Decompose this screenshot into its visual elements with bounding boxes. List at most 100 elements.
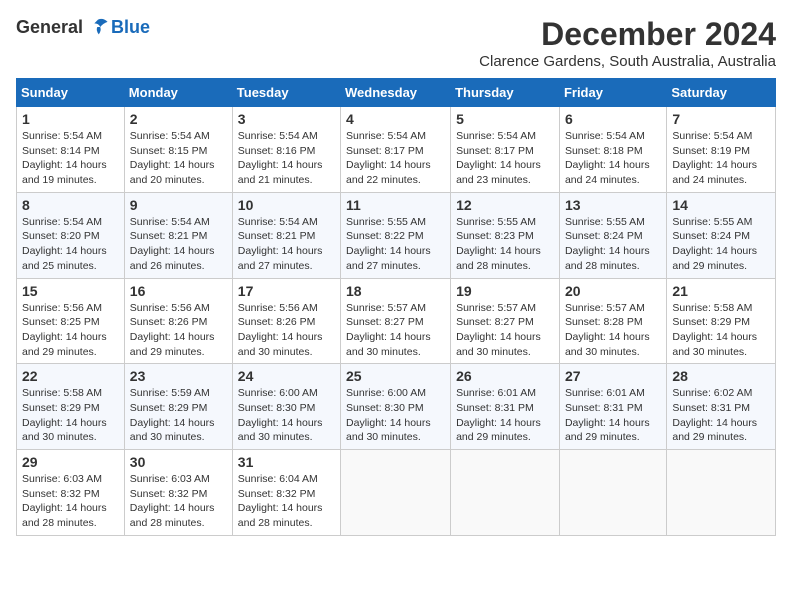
day-number: 10 bbox=[238, 197, 335, 213]
day-info: Sunrise: 6:03 AM Sunset: 8:32 PM Dayligh… bbox=[130, 472, 227, 531]
day-number: 24 bbox=[238, 368, 335, 384]
day-info: Sunrise: 5:57 AM Sunset: 8:27 PM Dayligh… bbox=[346, 301, 445, 360]
day-number: 11 bbox=[346, 197, 445, 213]
calendar-week-row: 1 Sunrise: 5:54 AM Sunset: 8:14 PM Dayli… bbox=[17, 107, 776, 193]
calendar-cell: 18 Sunrise: 5:57 AM Sunset: 8:27 PM Dayl… bbox=[341, 278, 451, 364]
calendar-cell: 12 Sunrise: 5:55 AM Sunset: 8:23 PM Dayl… bbox=[451, 192, 560, 278]
calendar-cell: 22 Sunrise: 5:58 AM Sunset: 8:29 PM Dayl… bbox=[17, 364, 125, 450]
day-number: 15 bbox=[22, 283, 119, 299]
day-info: Sunrise: 6:04 AM Sunset: 8:32 PM Dayligh… bbox=[238, 472, 335, 531]
day-number: 25 bbox=[346, 368, 445, 384]
day-number: 16 bbox=[130, 283, 227, 299]
day-info: Sunrise: 5:54 AM Sunset: 8:15 PM Dayligh… bbox=[130, 129, 227, 188]
logo-bird-icon bbox=[87, 16, 109, 38]
calendar-header-monday: Monday bbox=[124, 79, 232, 107]
calendar-cell: 13 Sunrise: 5:55 AM Sunset: 8:24 PM Dayl… bbox=[559, 192, 666, 278]
calendar-cell: 21 Sunrise: 5:58 AM Sunset: 8:29 PM Dayl… bbox=[667, 278, 776, 364]
calendar-week-row: 15 Sunrise: 5:56 AM Sunset: 8:25 PM Dayl… bbox=[17, 278, 776, 364]
calendar-cell: 19 Sunrise: 5:57 AM Sunset: 8:27 PM Dayl… bbox=[451, 278, 560, 364]
calendar-header-friday: Friday bbox=[559, 79, 666, 107]
logo-blue-text: Blue bbox=[111, 17, 150, 38]
calendar-cell bbox=[559, 450, 666, 536]
day-number: 17 bbox=[238, 283, 335, 299]
day-info: Sunrise: 6:00 AM Sunset: 8:30 PM Dayligh… bbox=[238, 386, 335, 445]
day-number: 4 bbox=[346, 111, 445, 127]
day-number: 1 bbox=[22, 111, 119, 127]
day-info: Sunrise: 5:55 AM Sunset: 8:23 PM Dayligh… bbox=[456, 215, 554, 274]
day-number: 8 bbox=[22, 197, 119, 213]
day-info: Sunrise: 5:55 AM Sunset: 8:22 PM Dayligh… bbox=[346, 215, 445, 274]
calendar-cell bbox=[451, 450, 560, 536]
calendar-cell: 6 Sunrise: 5:54 AM Sunset: 8:18 PM Dayli… bbox=[559, 107, 666, 193]
day-info: Sunrise: 5:57 AM Sunset: 8:27 PM Dayligh… bbox=[456, 301, 554, 360]
calendar-cell bbox=[667, 450, 776, 536]
day-info: Sunrise: 6:00 AM Sunset: 8:30 PM Dayligh… bbox=[346, 386, 445, 445]
day-number: 18 bbox=[346, 283, 445, 299]
day-info: Sunrise: 5:54 AM Sunset: 8:21 PM Dayligh… bbox=[130, 215, 227, 274]
day-number: 6 bbox=[565, 111, 661, 127]
calendar-cell: 1 Sunrise: 5:54 AM Sunset: 8:14 PM Dayli… bbox=[17, 107, 125, 193]
day-info: Sunrise: 5:54 AM Sunset: 8:19 PM Dayligh… bbox=[672, 129, 770, 188]
day-info: Sunrise: 5:54 AM Sunset: 8:21 PM Dayligh… bbox=[238, 215, 335, 274]
calendar-cell: 2 Sunrise: 5:54 AM Sunset: 8:15 PM Dayli… bbox=[124, 107, 232, 193]
calendar-cell: 4 Sunrise: 5:54 AM Sunset: 8:17 PM Dayli… bbox=[341, 107, 451, 193]
day-info: Sunrise: 5:54 AM Sunset: 8:14 PM Dayligh… bbox=[22, 129, 119, 188]
day-number: 21 bbox=[672, 283, 770, 299]
calendar-table: SundayMondayTuesdayWednesdayThursdayFrid… bbox=[16, 78, 776, 536]
day-info: Sunrise: 5:57 AM Sunset: 8:28 PM Dayligh… bbox=[565, 301, 661, 360]
calendar-cell: 31 Sunrise: 6:04 AM Sunset: 8:32 PM Dayl… bbox=[232, 450, 340, 536]
day-number: 5 bbox=[456, 111, 554, 127]
calendar-cell: 25 Sunrise: 6:00 AM Sunset: 8:30 PM Dayl… bbox=[341, 364, 451, 450]
calendar-header-sunday: Sunday bbox=[17, 79, 125, 107]
day-number: 7 bbox=[672, 111, 770, 127]
calendar-cell: 27 Sunrise: 6:01 AM Sunset: 8:31 PM Dayl… bbox=[559, 364, 666, 450]
calendar-cell bbox=[341, 450, 451, 536]
day-number: 23 bbox=[130, 368, 227, 384]
day-info: Sunrise: 5:54 AM Sunset: 8:20 PM Dayligh… bbox=[22, 215, 119, 274]
day-number: 3 bbox=[238, 111, 335, 127]
day-info: Sunrise: 5:55 AM Sunset: 8:24 PM Dayligh… bbox=[565, 215, 661, 274]
calendar-cell: 3 Sunrise: 5:54 AM Sunset: 8:16 PM Dayli… bbox=[232, 107, 340, 193]
day-info: Sunrise: 6:03 AM Sunset: 8:32 PM Dayligh… bbox=[22, 472, 119, 531]
calendar-header-row: SundayMondayTuesdayWednesdayThursdayFrid… bbox=[17, 79, 776, 107]
calendar-header-tuesday: Tuesday bbox=[232, 79, 340, 107]
day-number: 31 bbox=[238, 454, 335, 470]
day-number: 13 bbox=[565, 197, 661, 213]
day-info: Sunrise: 5:54 AM Sunset: 8:18 PM Dayligh… bbox=[565, 129, 661, 188]
calendar-cell: 30 Sunrise: 6:03 AM Sunset: 8:32 PM Dayl… bbox=[124, 450, 232, 536]
calendar-cell: 7 Sunrise: 5:54 AM Sunset: 8:19 PM Dayli… bbox=[667, 107, 776, 193]
calendar-cell: 8 Sunrise: 5:54 AM Sunset: 8:20 PM Dayli… bbox=[17, 192, 125, 278]
calendar-cell: 26 Sunrise: 6:01 AM Sunset: 8:31 PM Dayl… bbox=[451, 364, 560, 450]
day-info: Sunrise: 5:58 AM Sunset: 8:29 PM Dayligh… bbox=[22, 386, 119, 445]
logo: General Blue bbox=[16, 16, 150, 38]
page-header: General Blue December 2024 Clarence Gard… bbox=[16, 16, 776, 70]
day-info: Sunrise: 5:56 AM Sunset: 8:26 PM Dayligh… bbox=[130, 301, 227, 360]
day-number: 2 bbox=[130, 111, 227, 127]
day-info: Sunrise: 6:01 AM Sunset: 8:31 PM Dayligh… bbox=[456, 386, 554, 445]
calendar-header-thursday: Thursday bbox=[451, 79, 560, 107]
day-number: 22 bbox=[22, 368, 119, 384]
calendar-cell: 14 Sunrise: 5:55 AM Sunset: 8:24 PM Dayl… bbox=[667, 192, 776, 278]
title-section: December 2024 Clarence Gardens, South Au… bbox=[479, 16, 776, 70]
calendar-cell: 29 Sunrise: 6:03 AM Sunset: 8:32 PM Dayl… bbox=[17, 450, 125, 536]
day-info: Sunrise: 5:56 AM Sunset: 8:26 PM Dayligh… bbox=[238, 301, 335, 360]
day-number: 27 bbox=[565, 368, 661, 384]
calendar-cell: 15 Sunrise: 5:56 AM Sunset: 8:25 PM Dayl… bbox=[17, 278, 125, 364]
day-info: Sunrise: 5:55 AM Sunset: 8:24 PM Dayligh… bbox=[672, 215, 770, 274]
calendar-week-row: 29 Sunrise: 6:03 AM Sunset: 8:32 PM Dayl… bbox=[17, 450, 776, 536]
day-number: 12 bbox=[456, 197, 554, 213]
month-title: December 2024 bbox=[479, 16, 776, 53]
day-number: 19 bbox=[456, 283, 554, 299]
calendar-cell: 28 Sunrise: 6:02 AM Sunset: 8:31 PM Dayl… bbox=[667, 364, 776, 450]
logo-general-text: General bbox=[16, 17, 83, 38]
day-info: Sunrise: 5:54 AM Sunset: 8:16 PM Dayligh… bbox=[238, 129, 335, 188]
calendar-header-saturday: Saturday bbox=[667, 79, 776, 107]
day-number: 29 bbox=[22, 454, 119, 470]
calendar-cell: 5 Sunrise: 5:54 AM Sunset: 8:17 PM Dayli… bbox=[451, 107, 560, 193]
calendar-cell: 11 Sunrise: 5:55 AM Sunset: 8:22 PM Dayl… bbox=[341, 192, 451, 278]
day-number: 28 bbox=[672, 368, 770, 384]
day-number: 30 bbox=[130, 454, 227, 470]
day-number: 9 bbox=[130, 197, 227, 213]
calendar-cell: 9 Sunrise: 5:54 AM Sunset: 8:21 PM Dayli… bbox=[124, 192, 232, 278]
day-number: 26 bbox=[456, 368, 554, 384]
